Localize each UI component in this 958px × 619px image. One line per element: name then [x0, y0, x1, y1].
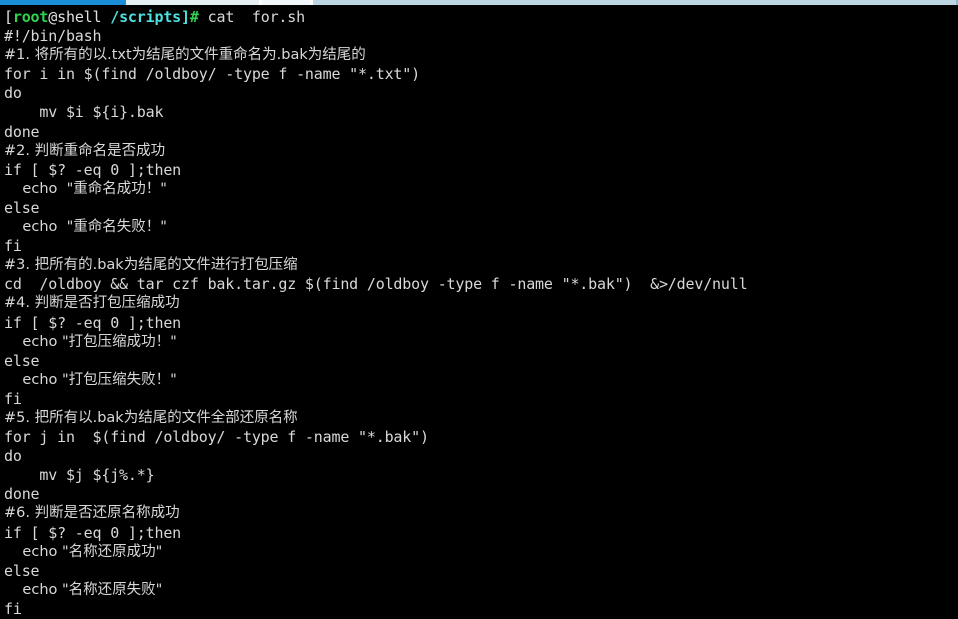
prompt-host: @shell [48, 8, 102, 26]
script-line: echo "打包压缩成功！" [4, 333, 177, 350]
prompt-user: root [12, 8, 49, 26]
script-line: do [4, 447, 22, 466]
script-line: else [4, 561, 40, 580]
script-line: echo "重命名失败！" [4, 219, 167, 236]
script-line: #1. 将所有的以.txt为结尾的文件重命名为.bak为结尾的 [4, 47, 366, 64]
script-line: #2. 判断重命名是否成功 [4, 142, 166, 159]
script-line: #5. 把所有以.bak为结尾的文件全部还原名称 [4, 409, 298, 426]
prompt-path: /scripts [101, 8, 182, 26]
script-line: if [ $? -eq 0 ];then [4, 160, 182, 179]
script-line: echo "打包压缩失败！" [4, 371, 177, 388]
script-line: #!/bin/bash [4, 27, 102, 46]
script-line: #4. 判断是否打包压缩成功 [4, 295, 180, 312]
script-line: echo "重命名成功！" [4, 180, 167, 197]
script-line: fi [4, 237, 22, 256]
script-line: for i in $(find /oldboy/ -type f -name "… [4, 65, 420, 84]
script-line: echo "名称还原失败" [4, 581, 163, 598]
script-line: else [4, 198, 40, 217]
script-line: fi [4, 389, 22, 408]
prompt-line: [root@shell /scripts]# cat for.sh [4, 8, 958, 27]
script-content: #!/bin/bash #1. 将所有的以.txt为结尾的文件重命名为.bak为结… [4, 27, 958, 619]
script-line: done [4, 485, 40, 504]
script-line: else [4, 351, 40, 370]
script-line: for j in $(find /oldboy/ -type f -name "… [4, 428, 429, 447]
script-line: #3. 把所有的.bak为结尾的文件进行打包压缩 [4, 257, 298, 274]
script-line: if [ $? -eq 0 ];then [4, 313, 182, 332]
prompt-open-bracket: [ [4, 8, 13, 26]
terminal-window[interactable]: [root@shell /scripts]# cat for.sh #!/bin… [0, 0, 958, 619]
prompt-sigil: # [189, 8, 199, 26]
script-line: mv $i ${i}.bak [4, 103, 164, 122]
script-line: mv $j ${j%.*} [4, 466, 155, 485]
prompt-command: cat for.sh [198, 8, 306, 26]
terminal-output-area[interactable]: [root@shell /scripts]# cat for.sh #!/bin… [0, 5, 958, 619]
script-line: if [ $? -eq 0 ];then [4, 523, 182, 542]
script-line: fi [4, 599, 22, 618]
script-line: cd /oldboy && tar czf bak.tar.gz $(find … [4, 275, 748, 294]
script-line: do [4, 84, 22, 103]
script-line: done [4, 122, 40, 141]
script-line: #6. 判断是否还原名称成功 [4, 505, 180, 522]
script-line: echo "名称还原成功" [4, 543, 163, 560]
prompt-close-bracket: ] [181, 8, 190, 26]
